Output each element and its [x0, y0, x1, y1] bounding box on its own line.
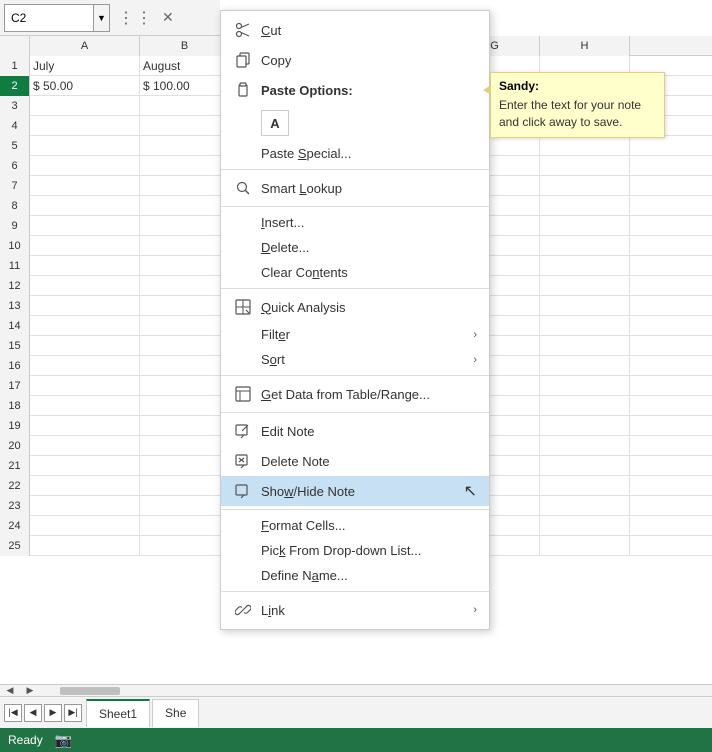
cell-b1[interactable]: August	[140, 56, 230, 76]
menu-label-paste-special: Paste Special...	[261, 146, 477, 161]
camera-icon[interactable]: 📷	[55, 732, 72, 749]
menu-divider	[221, 288, 489, 289]
context-menu: Cut Copy Paste Options: A	[220, 10, 490, 630]
status-text: Ready	[8, 733, 43, 747]
menu-label-filter: Filter	[261, 327, 473, 342]
link-arrow: ›	[473, 604, 477, 616]
show-note-icon	[233, 481, 253, 501]
tab-nav-next[interactable]: ▶	[44, 704, 62, 722]
menu-item-delete-note[interactable]: Delete Note	[221, 446, 489, 476]
scissors-icon	[233, 20, 253, 40]
menu-item-insert[interactable]: Insert...	[221, 210, 489, 235]
paste-options-label: Paste Options:	[261, 83, 353, 98]
delete-note-icon	[233, 451, 253, 471]
table-icon	[233, 384, 253, 404]
menu-divider	[221, 169, 489, 170]
tab-nav: |◀ ◀ ▶ ▶|	[0, 704, 86, 722]
note-tooltip-title: Sandy:	[499, 79, 656, 93]
smart-lookup-icon	[233, 178, 253, 198]
menu-label-sort: Sort	[261, 352, 473, 367]
menu-item-sort[interactable]: Sort ›	[221, 347, 489, 372]
menu-label-define-name: Define Name...	[261, 568, 477, 583]
cursor-indicator: ↖	[464, 481, 477, 501]
menu-label-delete-note: Delete Note	[261, 454, 477, 469]
spreadsheet: C2 ▼ ⋮⋮ ✕ A B C D E F G H 1 July August …	[0, 0, 712, 752]
formula-bar: C2 ▼ ⋮⋮ ✕	[0, 0, 220, 36]
menu-item-show-hide-note[interactable]: Show/Hide Note ↖	[221, 476, 489, 506]
row-num-header	[0, 36, 30, 56]
formula-bar-dots: ⋮⋮	[118, 8, 154, 28]
cell-a1[interactable]: July	[30, 56, 140, 76]
menu-item-smart-lookup[interactable]: Smart Lookup	[221, 173, 489, 203]
menu-label-smart-lookup: Smart Lookup	[261, 181, 477, 196]
menu-item-copy[interactable]: Copy	[221, 45, 489, 75]
note-tooltip-arrow	[483, 85, 491, 95]
row-num: 1	[0, 56, 30, 76]
menu-divider	[221, 375, 489, 376]
menu-label-get-data: Get Data from Table/Range...	[261, 387, 477, 402]
sheet-tab-she[interactable]: She	[152, 699, 199, 727]
sheet-tabs: |◀ ◀ ▶ ▶| Sheet1 She	[0, 696, 712, 728]
menu-label-pick-dropdown: Pick From Drop-down List...	[261, 543, 477, 558]
tab-nav-prev[interactable]: ◀	[24, 704, 42, 722]
menu-item-delete[interactable]: Delete...	[221, 235, 489, 260]
menu-divider	[221, 591, 489, 592]
paste-a-icon[interactable]: A	[261, 110, 289, 136]
menu-item-define-name[interactable]: Define Name...	[221, 563, 489, 588]
tab-nav-last[interactable]: ▶|	[64, 704, 82, 722]
tab-nav-first[interactable]: |◀	[4, 704, 22, 722]
menu-label-quick-analysis: Quick Analysis	[261, 300, 477, 315]
menu-item-format-cells[interactable]: Format Cells...	[221, 513, 489, 538]
menu-item-pick-dropdown[interactable]: Pick From Drop-down List...	[221, 538, 489, 563]
cell-a2[interactable]: $ 50.00	[30, 76, 140, 96]
menu-item-filter[interactable]: Filter ›	[221, 322, 489, 347]
menu-label-edit-note: Edit Note	[261, 424, 477, 439]
menu-item-get-data[interactable]: Get Data from Table/Range...	[221, 379, 489, 409]
menu-item-link[interactable]: Link ›	[221, 595, 489, 625]
paste-icon	[233, 80, 253, 100]
menu-item-paste-special[interactable]: Paste Special...	[221, 141, 489, 166]
menu-item-edit-note[interactable]: Edit Note	[221, 416, 489, 446]
name-box[interactable]: C2	[4, 4, 94, 32]
menu-divider	[221, 509, 489, 510]
menu-item-quick-analysis[interactable]: Quick Analysis	[221, 292, 489, 322]
menu-item-cut[interactable]: Cut	[221, 15, 489, 45]
copy-icon	[233, 50, 253, 70]
edit-note-icon	[233, 421, 253, 441]
cell-b2[interactable]: $ 100.00	[140, 76, 230, 96]
sort-arrow: ›	[473, 354, 477, 366]
scroll-left-btn[interactable]: ◀	[0, 685, 20, 697]
scroll-right-btn[interactable]: ▶	[20, 685, 40, 697]
status-bar: Ready 📷	[0, 728, 712, 752]
col-header-a[interactable]: A	[30, 36, 140, 56]
note-tooltip[interactable]: Sandy: Enter the text for your note and …	[490, 72, 665, 138]
name-box-dropdown[interactable]: ▼	[94, 4, 110, 32]
filter-arrow: ›	[473, 329, 477, 341]
menu-label-delete: Delete...	[261, 240, 477, 255]
menu-item-paste-icon-row[interactable]: A	[221, 105, 489, 141]
quick-analysis-icon	[233, 297, 253, 317]
sheet-tab-sheet1[interactable]: Sheet1	[86, 699, 150, 727]
menu-label-format-cells: Format Cells...	[261, 518, 477, 533]
menu-label-clear-contents: Clear Contents	[261, 265, 477, 280]
menu-divider	[221, 412, 489, 413]
row-num: 2	[0, 76, 30, 96]
menu-label-insert: Insert...	[261, 215, 477, 230]
link-icon	[233, 600, 253, 620]
note-tooltip-text: Enter the text for your note and click a…	[499, 97, 656, 131]
scrollbar-thumb[interactable]	[60, 687, 120, 695]
col-header-b[interactable]: B	[140, 36, 230, 56]
col-header-h[interactable]: H	[540, 36, 630, 56]
horizontal-scrollbar[interactable]: ◀ ▶	[0, 684, 712, 696]
menu-divider	[221, 206, 489, 207]
menu-item-clear-contents[interactable]: Clear Contents	[221, 260, 489, 285]
close-icon[interactable]: ✕	[162, 9, 174, 26]
menu-label-link: Link	[261, 603, 473, 618]
menu-item-paste-options: Paste Options:	[221, 75, 489, 105]
menu-label-show-hide-note: Show/Hide Note	[261, 484, 456, 499]
menu-label-cut: Cut	[261, 23, 477, 38]
menu-label-copy: Copy	[261, 53, 477, 68]
